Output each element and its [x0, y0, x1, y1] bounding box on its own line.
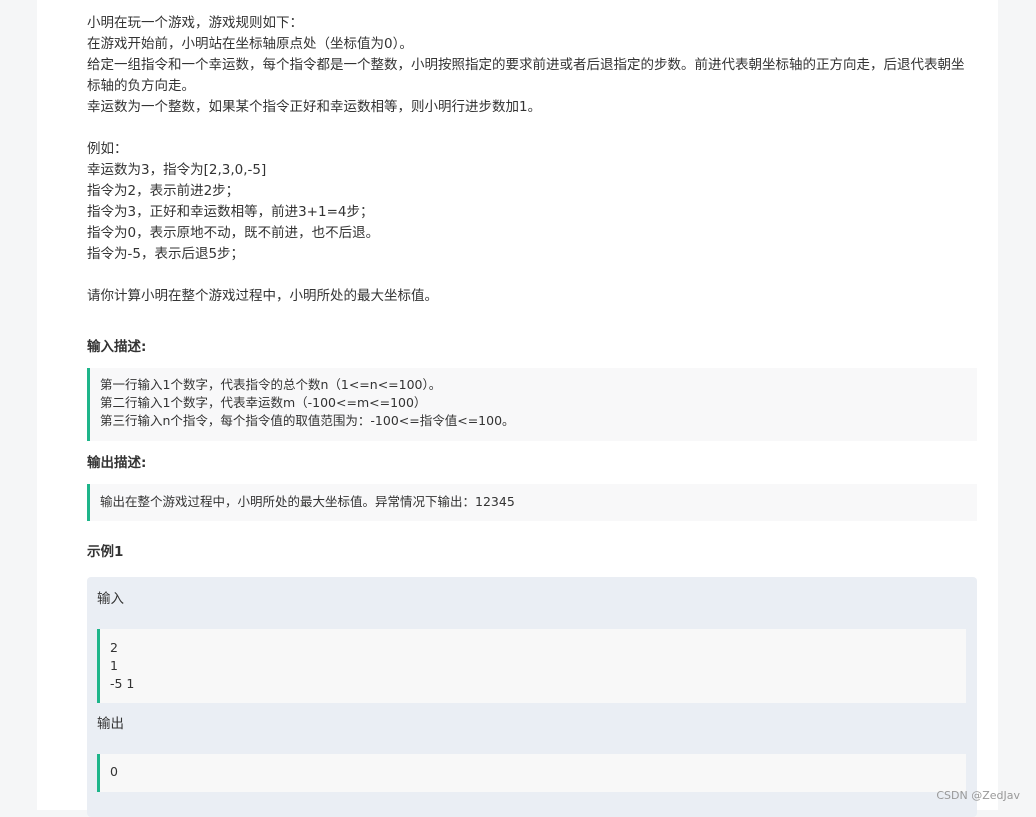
example-line: 指令为0，表示原地不动，既不前进，也不后退。: [87, 223, 977, 244]
example1-output-label: 输出: [97, 714, 124, 734]
input-description-line: 第三行输入n个指令，每个指令值的取值范围为：-100<=指令值<=100。: [100, 412, 967, 430]
question-text: 请你计算小明在整个游戏过程中，小明所处的最大坐标值。: [87, 286, 977, 307]
intro-line: 给定一组指令和一个幸运数，每个指令都是一个整数，小明按照指定的要求前进或者后退指…: [87, 55, 977, 97]
intro-line: 在游戏开始前，小明站在坐标轴原点处（坐标值为0）。: [87, 34, 977, 55]
example-line: 指令为-5，表示后退5步；: [87, 244, 977, 265]
example1-input-code: 2 1 -5 1: [97, 629, 966, 703]
watermark: CSDN @ZedJav: [936, 789, 1020, 802]
intro-line: 幸运数为一个整数，如果某个指令正好和幸运数相等，则小明行进步数加1。: [87, 97, 977, 118]
example-explanation: 例如： 幸运数为3，指令为[2,3,0,-5] 指令为2，表示前进2步； 指令为…: [87, 139, 977, 265]
input-description-line: 第二行输入1个数字，代表幸运数m（-100<=m<=100）: [100, 394, 967, 412]
intro-paragraph: 小明在玩一个游戏，游戏规则如下： 在游戏开始前，小明站在坐标轴原点处（坐标值为0…: [87, 13, 977, 118]
input-description-line: 第一行输入1个数字，代表指令的总个数n（1<=n<=100）。: [100, 376, 967, 394]
output-description-title: 输出描述:: [87, 453, 146, 473]
example1-output-code: 0: [97, 754, 966, 792]
example1-input-label: 输入: [97, 589, 124, 609]
example-line: 指令为3，正好和幸运数相等，前进3+1=4步；: [87, 202, 977, 223]
example-line: 例如：: [87, 139, 977, 160]
output-description-line: 输出在整个游戏过程中，小明所处的最大坐标值。异常情况下输出：12345: [100, 493, 967, 511]
example1-input-line: 1: [110, 657, 956, 675]
example1-input-line: -5 1: [110, 675, 956, 693]
output-description-block: 输出在整个游戏过程中，小明所处的最大坐标值。异常情况下输出：12345: [87, 484, 977, 521]
example-line: 幸运数为3，指令为[2,3,0,-5]: [87, 160, 977, 181]
example-line: 指令为2，表示前进2步；: [87, 181, 977, 202]
input-description-block: 第一行输入1个数字，代表指令的总个数n（1<=n<=100）。 第二行输入1个数…: [87, 368, 977, 441]
example1-title: 示例1: [87, 542, 123, 562]
input-description-title: 输入描述:: [87, 337, 146, 357]
intro-line: 小明在玩一个游戏，游戏规则如下：: [87, 13, 977, 34]
example1-input-line: 2: [110, 639, 956, 657]
example1-box: 输入 2 1 -5 1 输出 0: [87, 577, 977, 817]
example1-output-value: 0: [110, 763, 956, 781]
